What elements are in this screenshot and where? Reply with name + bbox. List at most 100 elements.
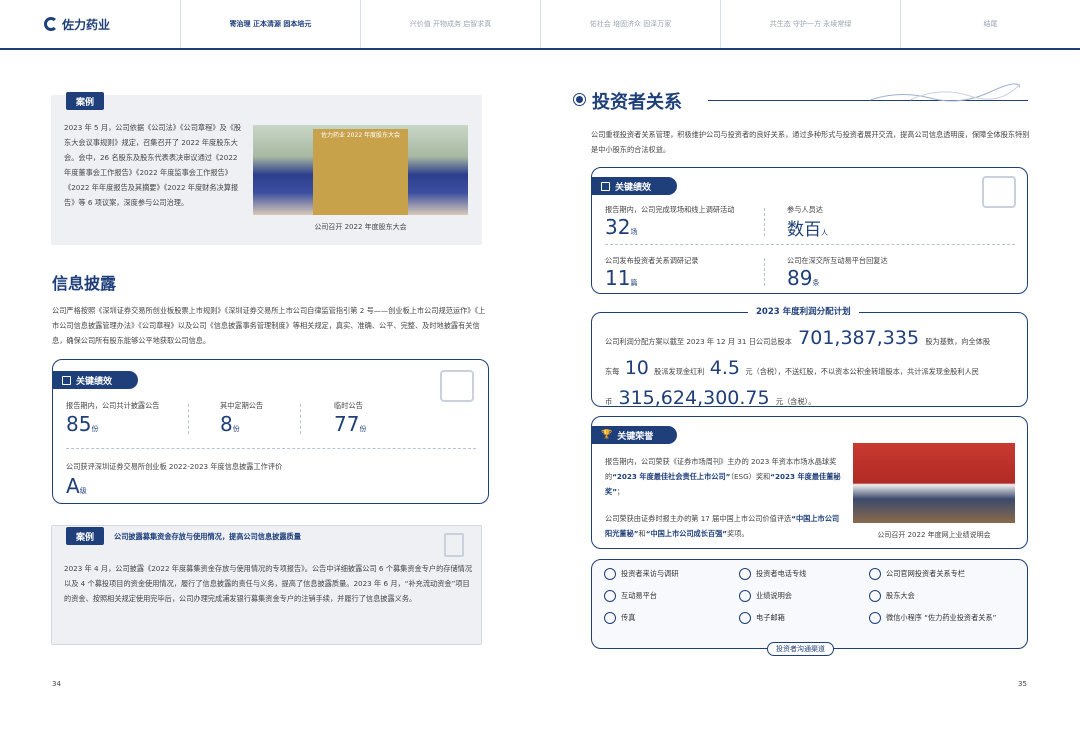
- channel-item: wechat-icon 微信小程序 “佐力药业投资者关系”: [869, 612, 1019, 624]
- dividend-segment: 股为基数，向全体股: [925, 337, 991, 346]
- kpi-label: 报告期内，公司完成现场和线上调研活动: [605, 205, 735, 214]
- dividend-segment: 币: [605, 397, 613, 406]
- kpi-unit: 篇: [630, 279, 638, 287]
- mail-icon: mail-icon: [739, 612, 751, 624]
- dividend-text: 公司利润分配方案以截至 2023 年 12 月 31 日公司总股本 701,38…: [605, 325, 1020, 415]
- nav-tab-ecology[interactable]: 共生态 守护一方 永续常绿: [720, 0, 900, 48]
- kpi-label: 参与人员达: [787, 205, 823, 214]
- honor-text-1: 报告期内，公司荣获《证券市场周刊》主办的 2023 年资本市场水晶球奖的“202…: [605, 454, 843, 499]
- channel-label: 传真: [621, 613, 636, 622]
- channel-item: mail-icon 电子邮箱: [739, 612, 869, 624]
- case-title: 公司披露募集资金存放与使用情况，提高公司信息披露质量: [114, 532, 301, 541]
- dividend-segment: 元（含税）。: [775, 397, 816, 406]
- divider: [188, 404, 189, 434]
- visit-icon: visit-icon: [604, 568, 616, 580]
- kpi-unit: 条: [812, 279, 820, 287]
- dividend-segment: 股派发现金红利: [654, 367, 705, 376]
- kpi-pill-label: 关键绩效: [76, 376, 113, 387]
- divider: [764, 208, 765, 236]
- presentation-icon: presentation-icon: [739, 590, 751, 602]
- channel-item: presentation-icon 业绩说明会: [739, 590, 869, 602]
- logo: 佐力药业: [0, 0, 180, 48]
- case-badge: 案例: [66, 527, 104, 545]
- case-text: 2023 年 4 月，公司披露《2022 年度募集资金存放与使用情况的专项报告》…: [64, 564, 473, 603]
- channel-item: web-icon 公司官网投资者关系专栏: [869, 568, 1019, 580]
- chart-icon: [601, 181, 610, 191]
- kpi-value: 数百: [787, 220, 821, 240]
- honor-pill: 🏆 关键荣誉: [591, 426, 677, 444]
- kpi-value: 85: [66, 412, 92, 436]
- kpi-value: 11: [605, 266, 631, 290]
- title-bullet-icon: [576, 96, 583, 103]
- channel-item: meeting-icon 股东大会: [869, 590, 1019, 602]
- award-name: “2023 年度最佳社会责任上市公司”: [612, 472, 731, 481]
- trophy-icon: 🏆: [601, 430, 613, 440]
- decor-hand-icon: [982, 176, 1016, 208]
- cash-dividend-value: 4.5: [709, 357, 741, 379]
- channel-item: visit-icon 投资者来访与调研: [604, 568, 739, 580]
- divider: [605, 244, 1015, 245]
- award-name: “中国上市公司成长百强”: [645, 529, 728, 538]
- kpi-value: 32: [605, 215, 631, 239]
- page-number: 35: [1018, 680, 1027, 688]
- channel-item: chat-icon 互动易平台: [604, 590, 739, 602]
- channels-grid: visit-icon 投资者来访与调研 phone-icon 投资者电话专线 web…: [604, 568, 1019, 624]
- dividend-title: 2023 年度利润分配计划: [748, 305, 859, 317]
- rating-unit: 级: [79, 487, 87, 495]
- decor-hand-icon: [440, 370, 474, 402]
- nav-tab-value[interactable]: 兴价值 开物成务 启智求真: [360, 0, 540, 48]
- honor-segment: （ESG）奖和: [730, 472, 771, 481]
- channel-label: 投资者电话专线: [756, 569, 807, 578]
- channel-label: 股东大会: [886, 591, 915, 600]
- channel-label: 电子邮箱: [756, 613, 785, 622]
- channel-label: 投资者来访与调研: [621, 569, 679, 578]
- kpi-pill-label: 关键绩效: [615, 182, 652, 193]
- divider: [300, 404, 301, 434]
- case-badge: 案例: [66, 92, 104, 110]
- rating-label: 公司获评深圳证券交易所创业板 2022-2023 年度信息披露工作评价: [66, 462, 283, 471]
- case-text: 2023 年 5 月，公司依据《公司法》《公司章程》及《股东大会议事规则》规定，…: [64, 123, 242, 207]
- wechat-icon: wechat-icon: [869, 612, 881, 624]
- honor-segment: 公司荣获由证券时报主办的第 17 届中国上市公司价值评选: [605, 514, 792, 523]
- dividend-segment: 公司利润分配方案以截至 2023 年 12 月 31 日公司总股本: [605, 337, 792, 346]
- channel-label: 互动易平台: [621, 591, 657, 600]
- kpi-value: 89: [787, 266, 813, 290]
- channel-label: 公司官网投资者关系专栏: [886, 569, 966, 578]
- channel-label: 业绩说明会: [756, 591, 792, 600]
- kpi-unit: 份: [232, 425, 240, 433]
- total-shares-value: 701,387,335: [798, 327, 920, 349]
- section-title: 投资者关系: [592, 92, 682, 113]
- honor-segment: ；: [616, 487, 625, 496]
- decor-document-icon: [444, 533, 464, 557]
- divider: [764, 258, 765, 286]
- nav-tab-governance[interactable]: 寄治理 正本清源 固本培元: [180, 0, 360, 48]
- dividend-segment: 东每: [605, 367, 620, 376]
- kpi-value: 77: [334, 412, 360, 436]
- kpi-label: 报告期内，公司共计披露公告: [66, 401, 160, 410]
- total-dividend-value: 315,624,300.75: [618, 387, 770, 409]
- kpi-label: 公司在深交所互动易平台回复达: [787, 256, 888, 265]
- honor-pill-label: 关键荣誉: [617, 431, 654, 442]
- honor-text-2: 公司荣获由证券时报主办的第 17 届中国上市公司价值评选“中国上市公司阳光董秘”…: [605, 511, 843, 541]
- honor-segment: 和: [638, 529, 646, 538]
- web-icon: web-icon: [869, 568, 881, 580]
- phone-icon: phone-icon: [739, 568, 751, 580]
- per-shares-value: 10: [624, 357, 649, 379]
- logo-text: 佐力药业: [62, 17, 111, 32]
- kpi-unit: 场: [630, 228, 638, 236]
- nav-tab-society[interactable]: 佑社会 培固济众 固泽万家: [540, 0, 720, 48]
- honor-segment: 奖项。: [727, 529, 749, 538]
- meeting-icon: meeting-icon: [869, 590, 881, 602]
- nav-tab-ending[interactable]: 结尾: [900, 0, 1080, 48]
- kpi-pill: 关键绩效: [52, 371, 138, 389]
- kpi-label: 临时公告: [334, 401, 363, 410]
- kpi-unit: 份: [91, 425, 99, 433]
- photo-banner: 佐力药业 2022 年度股东大会: [312, 129, 409, 215]
- kpi-label: 其中定期公告: [220, 401, 264, 410]
- page-number: 34: [52, 680, 61, 688]
- channel-label: 微信小程序 “佐力药业投资者关系”: [886, 613, 997, 622]
- kpi-unit: 份: [359, 425, 367, 433]
- fax-icon: fax-icon: [604, 612, 616, 624]
- disclosure-text: 公司严格按照《深圳证券交易所创业板股票上市规则》《深圳证券交易所上市公司自律监管…: [52, 306, 486, 345]
- channel-item: phone-icon 投资者电话专线: [739, 568, 869, 580]
